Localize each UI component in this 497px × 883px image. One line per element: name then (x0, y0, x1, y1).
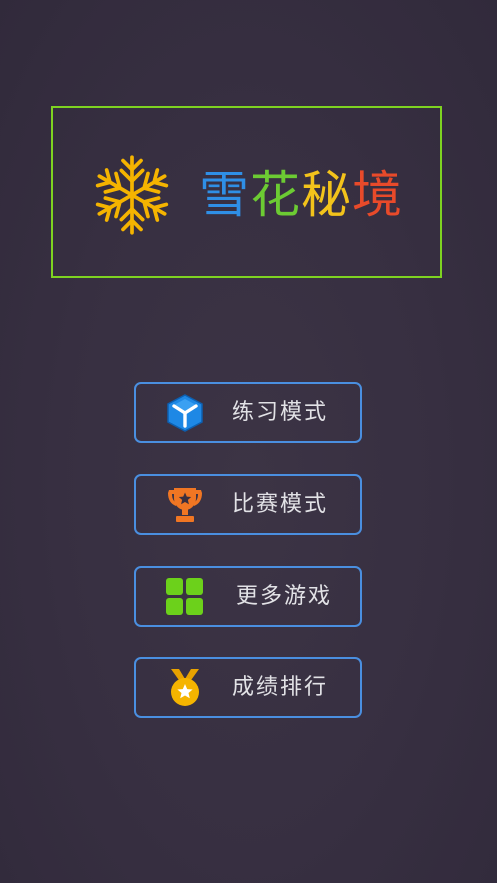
medal-icon (171, 669, 199, 706)
cube-icon (167, 394, 203, 432)
game-title: 雪花秘境 (199, 160, 403, 230)
match-mode-label: 比赛模式 (232, 492, 329, 517)
practice-mode-label: 练习模式 (232, 400, 329, 425)
trophy-icon (168, 488, 202, 522)
more-games-label: 更多游戏 (236, 584, 333, 609)
title-char: 雪 (199, 166, 250, 224)
snowflake-icon (92, 155, 172, 235)
title-frame: 雪花秘境 (51, 106, 442, 278)
practice-mode-button[interactable]: 练习模式 (134, 382, 362, 443)
match-mode-button[interactable]: 比赛模式 (134, 474, 362, 535)
leaderboard-button[interactable]: 成绩排行 (134, 657, 362, 718)
leaderboard-label: 成绩排行 (232, 675, 329, 700)
more-games-button[interactable]: 更多游戏 (134, 566, 362, 627)
title-char: 境 (352, 166, 403, 224)
title-char: 秘 (301, 166, 352, 224)
title-char: 花 (250, 166, 301, 224)
grid-icon (166, 578, 203, 615)
